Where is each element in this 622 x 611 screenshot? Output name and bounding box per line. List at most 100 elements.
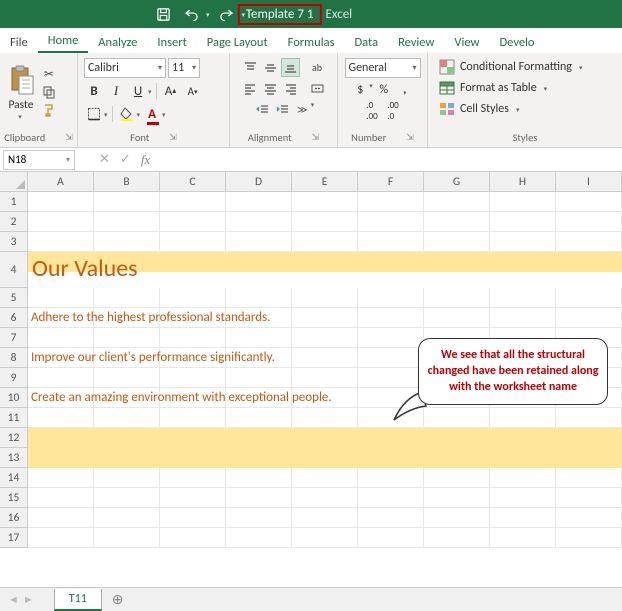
row-header[interactable]: 2 xyxy=(0,212,28,232)
italic-button[interactable]: I xyxy=(106,81,126,101)
tab-data[interactable]: Data xyxy=(344,31,388,53)
grid-row[interactable]: 3 xyxy=(0,232,622,252)
col-header[interactable]: C xyxy=(160,172,226,192)
format-as-table-button[interactable]: Format as Table▾ xyxy=(436,78,550,98)
cancel-formula-icon[interactable]: ✕ xyxy=(99,152,110,167)
fill-color-icon[interactable] xyxy=(117,104,137,124)
col-header[interactable]: H xyxy=(490,172,556,192)
row-header[interactable]: 11 xyxy=(0,408,28,428)
tab-developer[interactable]: Develo xyxy=(489,31,544,53)
copy-icon[interactable] xyxy=(40,84,58,100)
undo-icon[interactable] xyxy=(180,3,202,25)
tab-file[interactable]: File xyxy=(0,31,38,53)
tab-view[interactable]: View xyxy=(444,31,489,53)
grid-row[interactable]: 4Our Values xyxy=(0,252,622,288)
wrap-text-icon[interactable]: ab xyxy=(308,58,327,77)
font-name-combo[interactable]: Calibri▾ xyxy=(84,58,166,78)
font-dialog-icon[interactable]: ⇲ xyxy=(169,132,177,143)
next-sheet-icon[interactable]: ► xyxy=(23,593,34,606)
format-painter-icon[interactable] xyxy=(40,102,58,118)
sheet-tab[interactable]: T11 xyxy=(54,589,102,611)
font-size-combo[interactable]: 11▾ xyxy=(168,58,200,78)
grid-row[interactable]: 2 xyxy=(0,212,622,232)
border-icon[interactable] xyxy=(84,104,104,124)
row-header[interactable]: 13 xyxy=(0,448,28,468)
font-color-icon[interactable]: A xyxy=(142,104,162,124)
grid-row[interactable]: 12 xyxy=(0,428,622,448)
row-header[interactable]: 5 xyxy=(0,288,28,308)
grid-row[interactable]: 11 xyxy=(0,408,622,428)
merge-icon[interactable] xyxy=(308,79,327,98)
formula-input[interactable] xyxy=(154,150,622,170)
currency-icon[interactable]: $ xyxy=(350,81,370,99)
col-header[interactable]: B xyxy=(94,172,160,192)
enter-formula-icon[interactable]: ✓ xyxy=(120,152,131,167)
fx-icon[interactable]: fx xyxy=(141,152,150,168)
tab-home[interactable]: Home xyxy=(38,29,89,53)
underline-dropdown-icon[interactable]: ▾ xyxy=(148,87,152,96)
col-header[interactable]: A xyxy=(28,172,94,192)
column-headers[interactable]: A B C D E F G H I xyxy=(28,172,622,192)
row-header[interactable]: 8 xyxy=(0,348,28,368)
redo-icon[interactable] xyxy=(216,3,238,25)
grid-row[interactable]: 15 xyxy=(0,488,622,508)
number-dialog-icon[interactable]: ⇲ xyxy=(406,132,414,143)
border-dropdown-icon[interactable]: ▾ xyxy=(104,110,108,119)
alignment-dialog-icon[interactable]: ⇲ xyxy=(312,132,320,143)
add-sheet-icon[interactable]: ⊕ xyxy=(112,591,124,608)
paste-button[interactable]: Paste ▾ xyxy=(4,64,38,121)
row-header[interactable]: 10 xyxy=(0,388,28,408)
undo-dropdown-icon[interactable]: ▾ xyxy=(206,10,210,19)
grid-row[interactable]: 16 xyxy=(0,508,622,528)
row-header[interactable]: 16 xyxy=(0,508,28,528)
align-left-icon[interactable] xyxy=(241,79,260,98)
comma-icon[interactable]: , xyxy=(395,81,415,99)
grid-row[interactable]: 14 xyxy=(0,468,622,488)
row-header[interactable]: 12 xyxy=(0,428,28,448)
align-top-icon[interactable] xyxy=(241,58,260,77)
row-header[interactable]: 17 xyxy=(0,528,28,548)
tab-page-layout[interactable]: Page Layout xyxy=(197,31,278,53)
align-center-icon[interactable] xyxy=(261,79,280,98)
decrease-font-icon[interactable]: A▾ xyxy=(183,81,203,101)
currency-dropdown-icon[interactable]: ▾ xyxy=(369,81,373,99)
save-icon[interactable] xyxy=(152,3,174,25)
col-header[interactable]: F xyxy=(358,172,424,192)
clipboard-dialog-icon[interactable]: ⇲ xyxy=(65,132,73,143)
row-header[interactable]: 1 xyxy=(0,192,28,212)
orientation-dropdown-icon[interactable]: ▾ xyxy=(311,100,315,119)
increase-indent-icon[interactable] xyxy=(273,100,292,119)
conditional-formatting-button[interactable]: Conditional Formatting▾ xyxy=(436,57,585,77)
grid-row[interactable]: 17 xyxy=(0,528,622,548)
tab-formulas[interactable]: Formulas xyxy=(278,31,345,53)
col-header[interactable]: D xyxy=(226,172,292,192)
font-color-dropdown-icon[interactable]: ▾ xyxy=(162,110,166,119)
grid-row[interactable]: 5 xyxy=(0,288,622,308)
row-header[interactable]: 7 xyxy=(0,328,28,348)
underline-button[interactable]: U xyxy=(128,81,148,101)
grid-row[interactable]: 1 xyxy=(0,192,622,212)
tab-insert[interactable]: Insert xyxy=(147,31,196,53)
row-header[interactable]: 3 xyxy=(0,232,28,252)
grid-row[interactable]: 13 xyxy=(0,448,622,468)
increase-font-icon[interactable]: A▴ xyxy=(161,81,181,101)
align-middle-icon[interactable] xyxy=(261,58,280,77)
tab-analyze[interactable]: Analyze xyxy=(88,31,147,53)
col-header[interactable]: E xyxy=(292,172,358,192)
col-header[interactable]: I xyxy=(556,172,622,192)
fill-dropdown-icon[interactable]: ▾ xyxy=(137,110,141,119)
prev-sheet-icon[interactable]: ◄ xyxy=(8,593,19,606)
percent-icon[interactable]: % xyxy=(374,81,394,99)
number-format-combo[interactable]: General▾ xyxy=(345,58,421,78)
decrease-indent-icon[interactable] xyxy=(253,100,272,119)
bold-button[interactable]: B xyxy=(84,81,104,101)
cut-icon[interactable]: ✂ xyxy=(40,66,58,82)
row-header[interactable]: 4 xyxy=(0,252,28,288)
tab-review[interactable]: Review xyxy=(388,31,444,53)
cell-styles-button[interactable]: Cell Styles▾ xyxy=(436,99,523,119)
col-header[interactable]: G xyxy=(424,172,490,192)
row-header[interactable]: 15 xyxy=(0,488,28,508)
align-right-icon[interactable] xyxy=(281,79,300,98)
align-bottom-icon[interactable] xyxy=(281,58,300,77)
row-header[interactable]: 6 xyxy=(0,308,28,328)
